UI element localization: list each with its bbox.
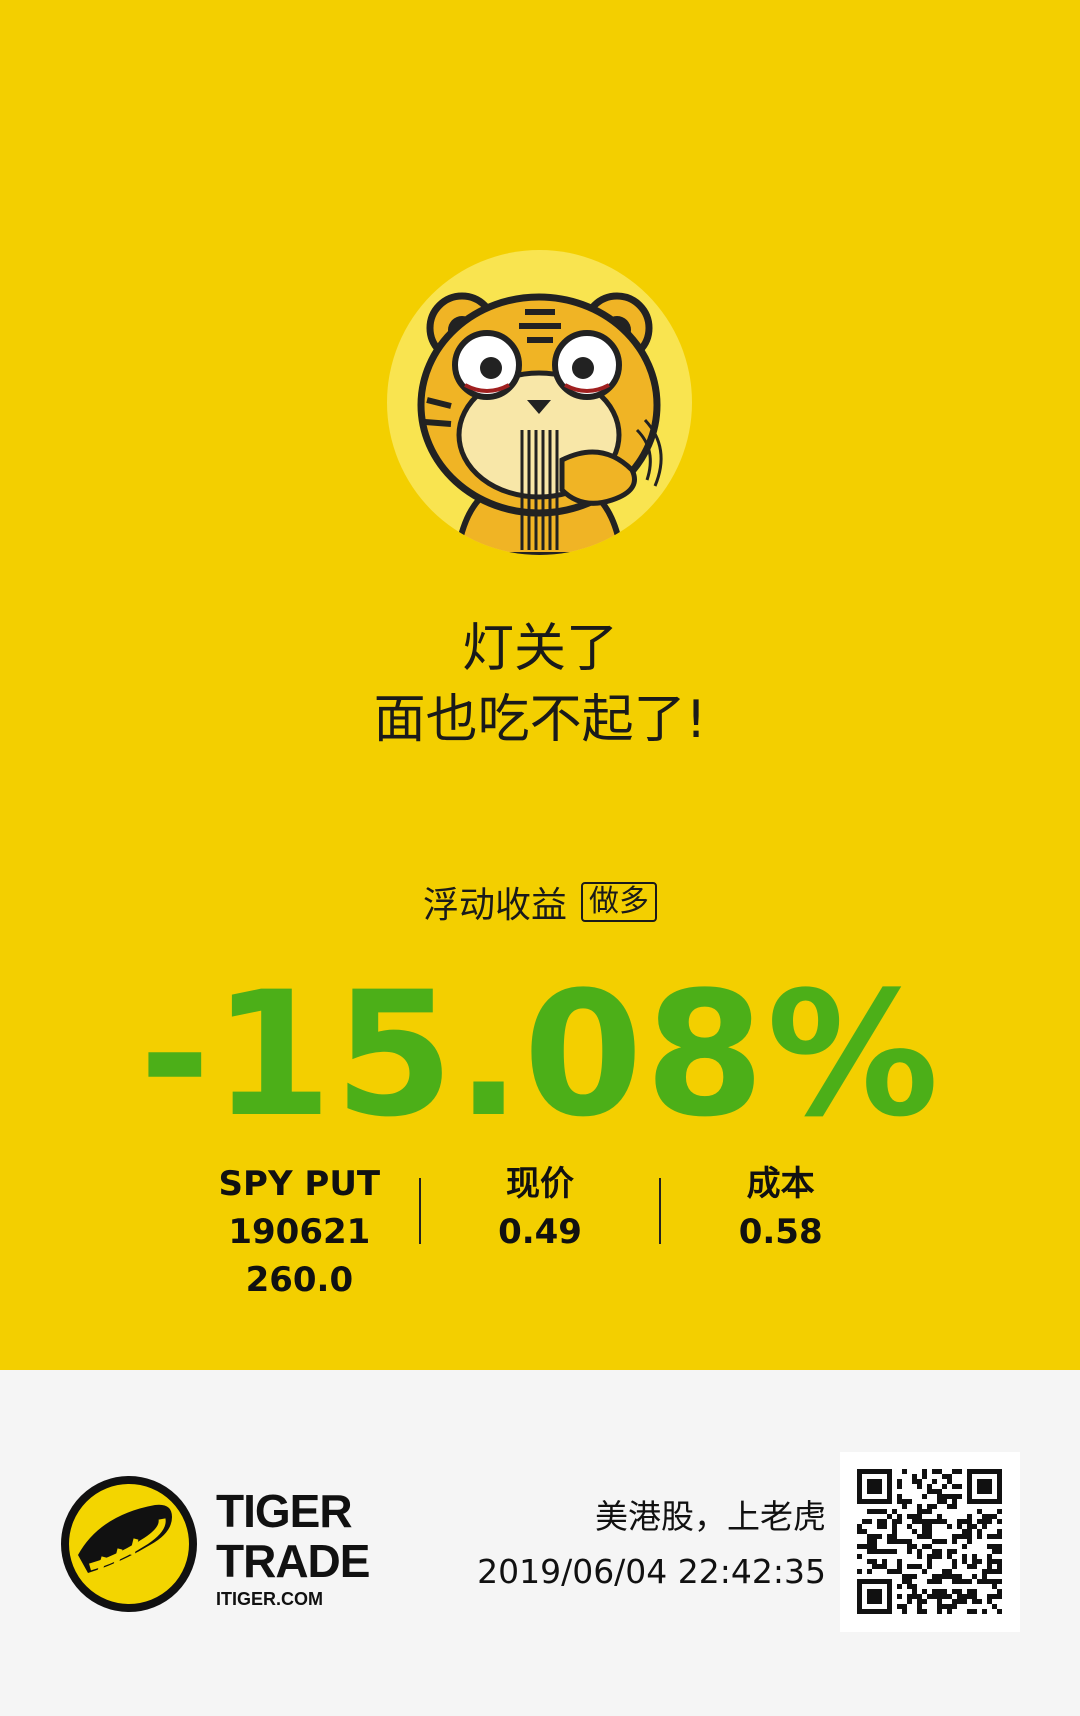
profit-percent: -15.08%: [139, 954, 941, 1155]
brand-wordmark: TIGER TRADE ITIGER.COM: [216, 1485, 370, 1610]
floating-profit-label: 浮动收益: [422, 885, 567, 926]
slogan-line-1: 灯关了: [461, 619, 618, 679]
position-tag: 做多: [581, 882, 657, 922]
brand-line-2: TRADE: [216, 1535, 370, 1587]
cost-value: 0.58: [738, 1212, 823, 1252]
symbol-stat: SPY PUT 190621 260.0: [180, 1160, 419, 1300]
price-label: 现价: [506, 1164, 574, 1204]
timestamp: 2019/06/04 22:42:35: [477, 1552, 826, 1591]
tiger-eating-noodles-icon: [387, 250, 692, 555]
symbol-line-1: SPY PUT: [218, 1164, 381, 1204]
slogan-line-2: 面也吃不起了!: [373, 690, 707, 750]
price-stat: 现价 0.49: [421, 1160, 660, 1252]
symbol-line-2: 190621 260.0: [228, 1212, 371, 1300]
price-value: 0.49: [498, 1212, 582, 1252]
promo-slogan: 美港股，上老虎: [595, 1497, 826, 1536]
cost-stat: 成本 0.58: [661, 1160, 900, 1252]
cost-label: 成本: [746, 1164, 815, 1204]
floating-profit-header: 浮动收益 做多: [0, 876, 1080, 928]
position-stats: SPY PUT 190621 260.0 现价 0.49 成本 0.58: [180, 1160, 900, 1300]
brand-site: ITIGER.COM: [216, 1589, 323, 1609]
brand-line-1: TIGER: [216, 1485, 353, 1537]
tiger-trade-logo-icon: [60, 1475, 198, 1613]
qr-code-icon[interactable]: [840, 1452, 1020, 1632]
